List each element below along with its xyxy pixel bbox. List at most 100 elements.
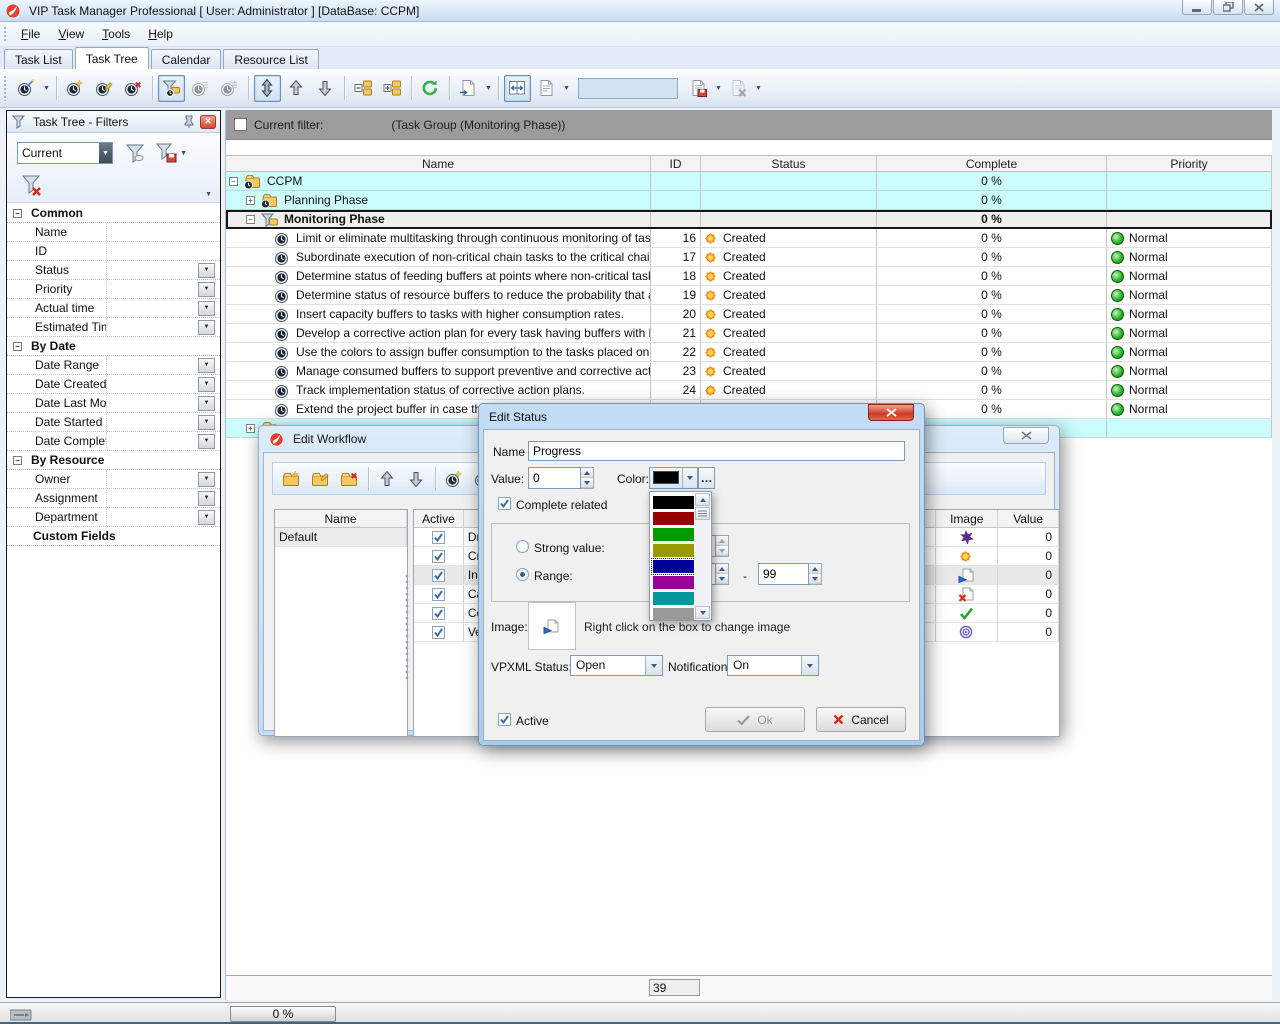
palette-swatch[interactable]: [653, 560, 694, 573]
new-task-dropdown[interactable]: ▼: [41, 75, 52, 102]
scroll-down-icon[interactable]: [695, 606, 710, 619]
new-workflow-button[interactable]: [278, 465, 305, 492]
filter-field-dropdown[interactable]: ▼: [198, 472, 215, 487]
chevron-down-icon[interactable]: [682, 468, 697, 488]
refresh-button[interactable]: [417, 75, 444, 102]
move-up-button[interactable]: [283, 75, 310, 102]
status-name-input[interactable]: [528, 441, 905, 461]
filter-tasks-button[interactable]: [158, 75, 185, 102]
restore-button[interactable]: [1213, 0, 1243, 15]
active-checkbox[interactable]: [432, 626, 445, 639]
collapse-all-button[interactable]: [350, 75, 377, 102]
filter-field-id[interactable]: ID: [7, 242, 220, 261]
status-column-image[interactable]: Image: [936, 510, 998, 527]
print-grid-button[interactable]: [533, 75, 560, 102]
active-checkbox[interactable]: [432, 588, 445, 601]
clear-filter-button[interactable]: [17, 171, 49, 201]
workflow-row[interactable]: Default: [275, 528, 407, 547]
task-row[interactable]: Limit or eliminate multitasking through …: [226, 229, 1272, 248]
task-row[interactable]: Insert capacity buffers to tasks with hi…: [226, 305, 1272, 324]
filter-field-estimated-time[interactable]: Estimated Time▼: [7, 318, 220, 337]
spin-up-icon[interactable]: [716, 564, 728, 574]
value-input[interactable]: [528, 467, 581, 489]
filter-field-assignment[interactable]: Assignment▼: [7, 489, 220, 508]
splitter-handle[interactable]: [404, 573, 410, 683]
current-filter-checkbox[interactable]: [234, 118, 247, 131]
filters-close-button[interactable]: ✕: [200, 115, 216, 129]
filter-field-dropdown[interactable]: ▼: [198, 510, 215, 525]
palette-swatch[interactable]: [653, 528, 694, 541]
collapse-icon[interactable]: −: [13, 342, 22, 351]
palette-swatch[interactable]: [653, 576, 694, 589]
status-column-active[interactable]: Active: [414, 510, 464, 527]
ok-button[interactable]: Ok: [705, 707, 805, 732]
filter-group-by-resource[interactable]: −By Resource: [7, 451, 220, 470]
task-row[interactable]: Manage consumed buffers to support preve…: [226, 362, 1272, 381]
filter-field-dropdown[interactable]: ▼: [198, 434, 215, 449]
range-to-input[interactable]: [758, 563, 809, 585]
apply-filter-button[interactable]: [119, 138, 151, 168]
vpxml-status-combo[interactable]: Open: [570, 655, 663, 676]
chevron-down-icon[interactable]: ▼: [180, 150, 187, 157]
expand-selection-button[interactable]: [254, 75, 281, 102]
active-checkbox[interactable]: [432, 607, 445, 620]
filter-field-date-range[interactable]: Date Range▼: [7, 356, 220, 375]
edit-workflow-button[interactable]: [307, 465, 334, 492]
chevron-down-icon[interactable]: ▼: [205, 191, 212, 198]
task-row[interactable]: +Planning Phase0 %: [226, 191, 1272, 210]
status-column-value[interactable]: Value: [998, 510, 1059, 527]
filter-group-common[interactable]: −Common: [7, 204, 220, 223]
task-row[interactable]: Determine status of feeding buffers at p…: [226, 267, 1272, 286]
move-down-button[interactable]: [312, 75, 339, 102]
palette-swatch[interactable]: [653, 592, 694, 605]
filter-field-dropdown[interactable]: ▼: [198, 282, 215, 297]
chevron-down-icon[interactable]: ▼: [99, 143, 112, 163]
filter-field-actual-time[interactable]: Actual time▼: [7, 299, 220, 318]
task-row[interactable]: Subordinate execution of non-critical ch…: [226, 248, 1272, 267]
complete-related-checkbox[interactable]: [498, 497, 511, 510]
task-notes-button[interactable]: [187, 75, 214, 102]
spin-down-icon[interactable]: [809, 574, 821, 584]
column-header-status[interactable]: Status: [701, 156, 877, 171]
menu-view[interactable]: View: [49, 24, 93, 44]
task-row[interactable]: Develop a corrective action plan for eve…: [226, 324, 1272, 343]
filter-field-status[interactable]: Status▼: [7, 261, 220, 280]
active-checkbox[interactable]: [432, 531, 445, 544]
edit-status-close-button[interactable]: [868, 404, 914, 421]
tab-calendar[interactable]: Calendar: [151, 49, 222, 69]
chevron-down-icon[interactable]: [645, 656, 662, 675]
scroll-up-icon[interactable]: [695, 493, 710, 506]
status-image-box[interactable]: [528, 602, 576, 650]
task-row[interactable]: −Monitoring Phase0 %: [226, 210, 1272, 229]
filter-preset-combo[interactable]: Current ▼: [17, 142, 113, 164]
edit-task-button[interactable]: [91, 75, 118, 102]
export-dropdown[interactable]: ▼: [483, 75, 494, 102]
color-dropdown-button[interactable]: [649, 467, 698, 489]
active-checkbox[interactable]: [432, 550, 445, 563]
task-row[interactable]: Determine status of resource buffers to …: [226, 286, 1272, 305]
task-row[interactable]: Use the colors to assign buffer consumpt…: [226, 343, 1272, 362]
filter-field-date-last-mod[interactable]: Date Last Mod▼: [7, 394, 220, 413]
filter-group-custom-fields[interactable]: Custom Fields: [7, 527, 220, 546]
collapse-icon[interactable]: −: [13, 456, 22, 465]
filter-field-priority[interactable]: Priority▼: [7, 280, 220, 299]
active-checkbox[interactable]: [498, 713, 511, 726]
save-report-dropdown[interactable]: ▼: [713, 75, 724, 102]
filter-field-dropdown[interactable]: ▼: [198, 358, 215, 373]
filter-group-by-date[interactable]: −By Date: [7, 337, 220, 356]
task-details-button[interactable]: [216, 75, 243, 102]
spin-down-icon[interactable]: [716, 574, 728, 584]
palette-scrollbar[interactable]: [695, 493, 710, 619]
menu-tools[interactable]: Tools: [93, 24, 139, 44]
minimize-button[interactable]: [1182, 0, 1212, 15]
strong-value-radio[interactable]: [516, 540, 529, 553]
spin-down-icon[interactable]: [581, 478, 593, 488]
palette-swatch[interactable]: [653, 496, 694, 509]
new-task-button[interactable]: [13, 75, 40, 102]
spin-up-icon[interactable]: [809, 564, 821, 574]
filter-field-dropdown[interactable]: ▼: [198, 301, 215, 316]
scroll-thumb[interactable]: [695, 507, 710, 520]
notification-combo[interactable]: On: [727, 655, 819, 676]
task-row[interactable]: Track implementation status of correctiv…: [226, 381, 1272, 400]
tab-task-list[interactable]: Task List: [4, 49, 73, 69]
